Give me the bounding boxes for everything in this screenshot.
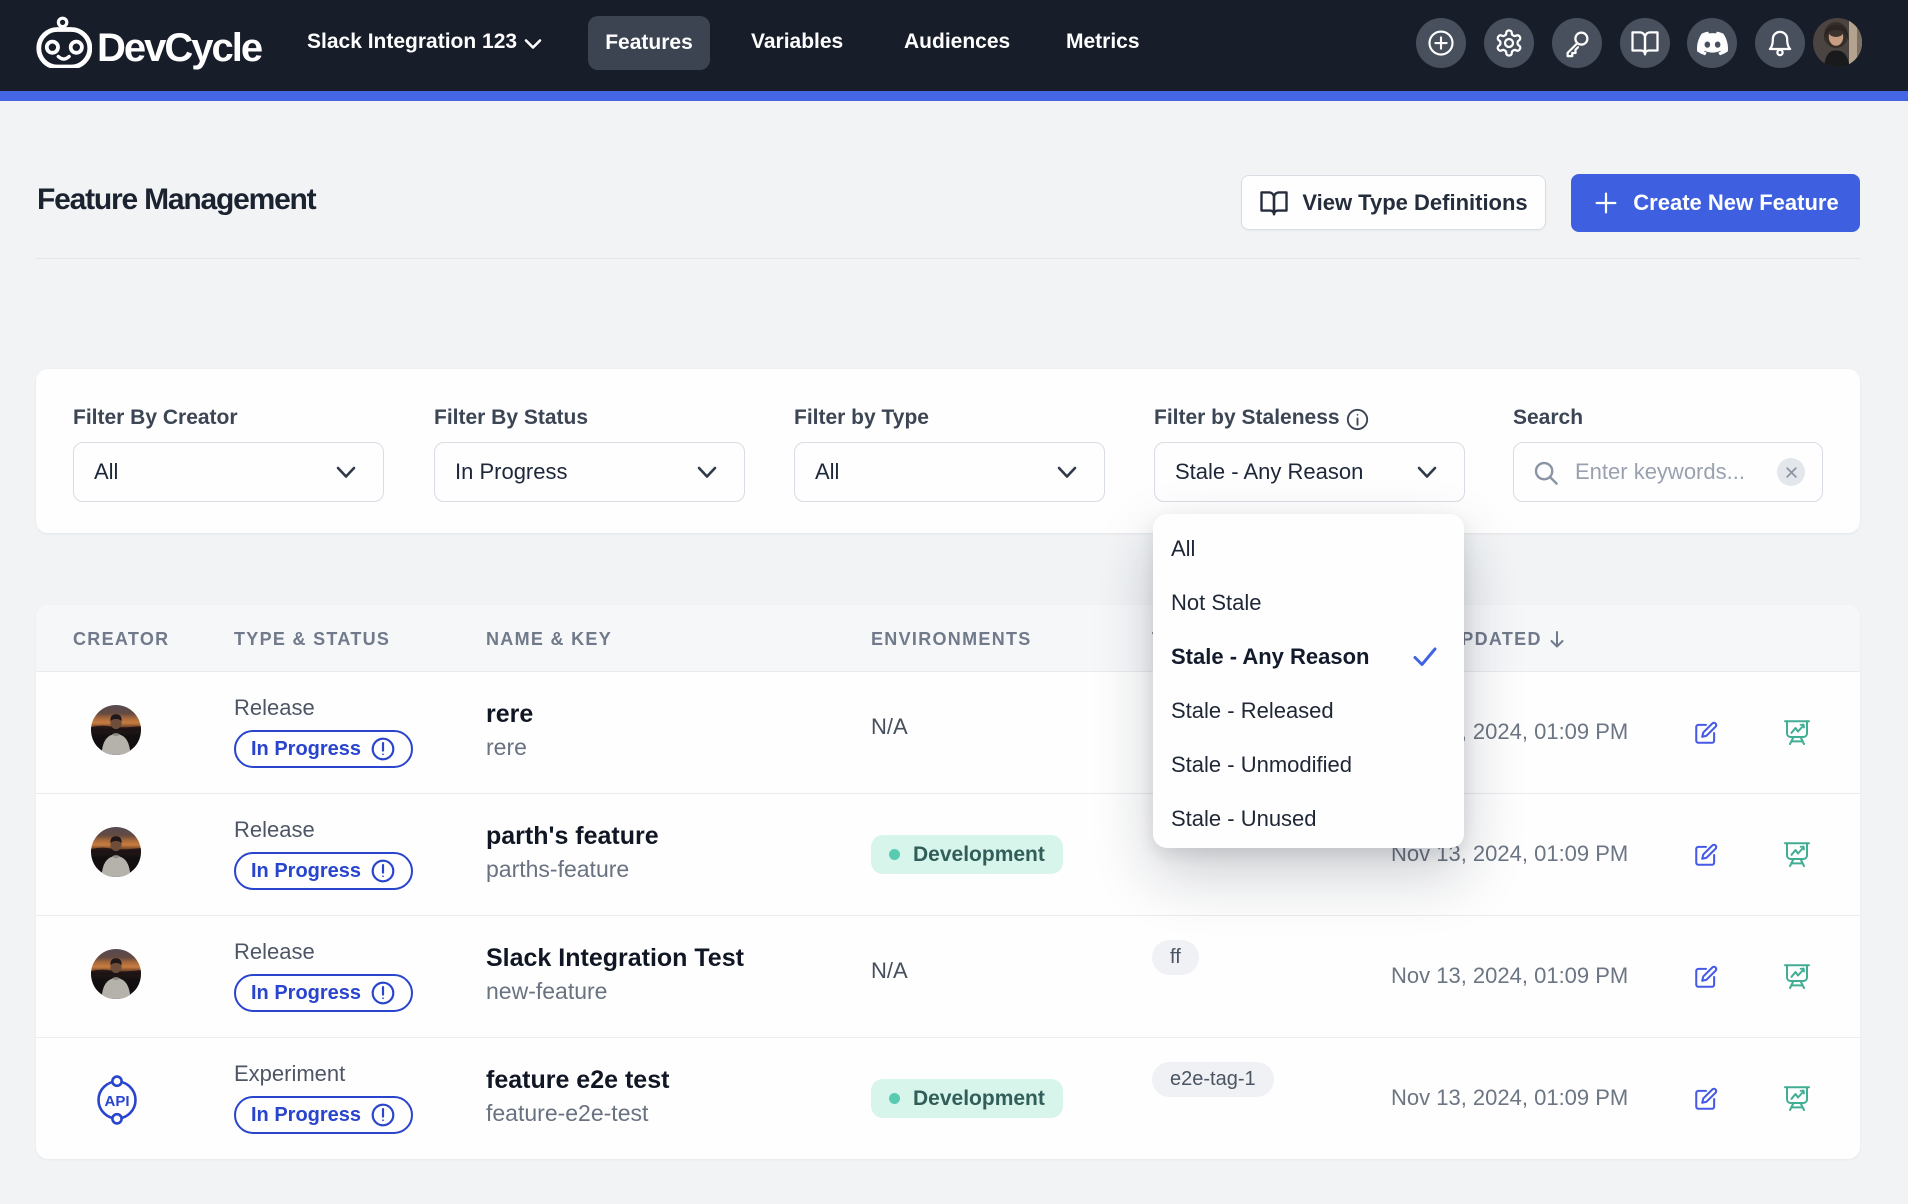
svg-text:API: API bbox=[104, 1093, 129, 1110]
